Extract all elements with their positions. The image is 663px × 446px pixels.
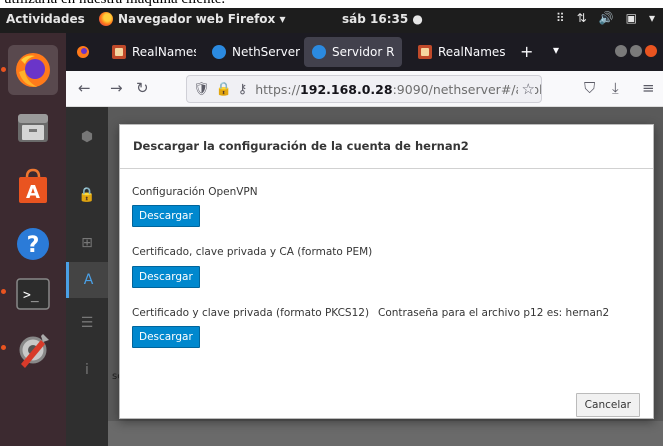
gnome-top-bar: Actividades Navegador web Firefox ▾ sáb …	[0, 8, 663, 33]
navigation-bar: ← → ↻ 🛡 🔒 ⚷ https://192.168.0.28:9090/ne…	[66, 71, 663, 107]
pocket-icon[interactable]: ⛉	[584, 79, 595, 97]
nethserver-favicon-icon	[212, 45, 226, 59]
running-indicator	[1, 289, 6, 294]
close-window-icon[interactable]	[645, 45, 657, 57]
realnames-favicon-icon	[112, 45, 126, 59]
lock-nav-icon[interactable]: 🔒	[66, 177, 108, 213]
tab-label: RealNames	[132, 45, 196, 59]
menu-hamburger-icon[interactable]: ≡	[642, 79, 655, 97]
tab-label: RealNames	[438, 45, 506, 59]
web-page: ⬢ 🔒 ⊞ A ☰ i se Descargar la configuració…	[66, 107, 663, 446]
tab-realnames-2[interactable]: RealNames	[410, 37, 510, 67]
cube-icon[interactable]: ⬢	[66, 119, 108, 155]
dock: A ? >_	[0, 33, 66, 446]
pem-certificate-label: Certificado, clave privada y CA (formato…	[132, 246, 373, 258]
nethserver-favicon-icon	[312, 45, 326, 59]
app-menu-label: Navegador web Firefox ▾	[118, 12, 286, 26]
running-indicator	[1, 67, 6, 72]
cockpit-sidebar: ⬢ 🔒 ⊞ A ☰ i	[66, 107, 108, 446]
tab-label: Servidor R	[332, 45, 395, 59]
settings-tools-icon[interactable]	[8, 325, 58, 375]
svg-text:A: A	[26, 182, 40, 203]
firefox-small-icon	[99, 12, 113, 26]
tab-realnames-1[interactable]: RealNames	[104, 37, 196, 67]
cancel-button[interactable]: Cancelar	[575, 393, 640, 417]
minimize-icon[interactable]	[615, 45, 627, 57]
key-icon[interactable]: ⚷	[238, 82, 248, 97]
bookmark-star-icon[interactable]: ☆	[517, 80, 535, 98]
shield-icon[interactable]: 🛡	[193, 82, 210, 97]
modal-title: Descargar la configuración de la cuenta …	[133, 139, 469, 153]
chevron-down-icon: ▾	[648, 11, 655, 25]
network-nav-icon[interactable]: ⊞	[66, 225, 108, 261]
accessibility-icon: ⇅	[576, 11, 587, 25]
modal-header: Descargar la configuración de la cuenta …	[120, 125, 653, 169]
svg-text:>_: >_	[23, 288, 39, 303]
download-icon[interactable]: ⤓	[612, 79, 619, 97]
back-icon[interactable]: ←	[78, 79, 91, 97]
volume-icon: 🔊	[598, 11, 614, 25]
pkcs12-certificate-label: Certificado y clave privada (formato PKC…	[132, 307, 370, 319]
forward-icon[interactable]: →	[110, 79, 123, 97]
openvpn-config-label: Configuración OpenVPN	[132, 186, 258, 198]
tab-label: NethServer	[232, 45, 300, 59]
tab-servidor-active[interactable]: Servidor R ✕	[304, 37, 402, 67]
download-config-modal: Descargar la configuración de la cuenta …	[119, 124, 654, 419]
app-menu[interactable]: Navegador web Firefox ▾	[99, 12, 285, 26]
download-pem-button[interactable]: Descargar	[132, 266, 200, 288]
tab-list-chevron-icon[interactable]: ▾	[553, 43, 559, 57]
terminal-icon[interactable]: >_	[8, 269, 58, 319]
svg-text:?: ?	[27, 233, 40, 258]
files-icon[interactable]	[8, 103, 58, 153]
firefox-icon[interactable]	[8, 45, 58, 95]
window-controls	[615, 45, 657, 57]
tab-bar: RealNames NethServer Servidor R ✕ RealNa…	[66, 33, 663, 71]
p12-password-note: Contraseña para el archivo p12 es: herna…	[378, 307, 610, 319]
system-tray[interactable]: ⠿ ⇅ 🔊 ▣ ▾	[556, 11, 655, 25]
download-pkcs12-button[interactable]: Descargar	[132, 326, 200, 348]
url-text: https://192.168.0.28:9090/nethserver#/ap…	[255, 81, 542, 97]
battery-icon: ▣	[625, 11, 637, 25]
running-indicator	[1, 345, 6, 350]
info-nav-icon[interactable]: i	[66, 352, 108, 388]
activities-button[interactable]: Actividades	[6, 12, 85, 26]
lock-icon[interactable]: 🔒	[216, 82, 232, 97]
new-tab-icon[interactable]: +	[520, 42, 533, 61]
apps-nav-icon[interactable]: A	[66, 262, 108, 298]
realnames-favicon-icon	[418, 45, 432, 59]
reload-icon[interactable]: ↻	[136, 79, 149, 97]
firefox-window: RealNames NethServer Servidor R ✕ RealNa…	[66, 33, 663, 446]
url-bar[interactable]: 🛡 🔒 ⚷ https://192.168.0.28:9090/nethserv…	[186, 75, 542, 103]
clock[interactable]: sáb 16:35 ●	[342, 12, 423, 26]
software-store-icon[interactable]: A	[8, 161, 58, 211]
firefox-view-icon[interactable]	[76, 45, 90, 59]
tab-nethserver[interactable]: NethServer	[204, 37, 300, 67]
help-icon[interactable]: ?	[8, 219, 58, 269]
list-nav-icon[interactable]: ☰	[66, 305, 108, 341]
download-openvpn-button[interactable]: Descargar	[132, 205, 200, 227]
maximize-icon[interactable]	[630, 45, 642, 57]
network-icon: ⠿	[555, 11, 565, 25]
document-cropped-text: utilizaría en nuestra máquina cliente.	[0, 0, 663, 8]
page-background-strip	[108, 421, 663, 446]
